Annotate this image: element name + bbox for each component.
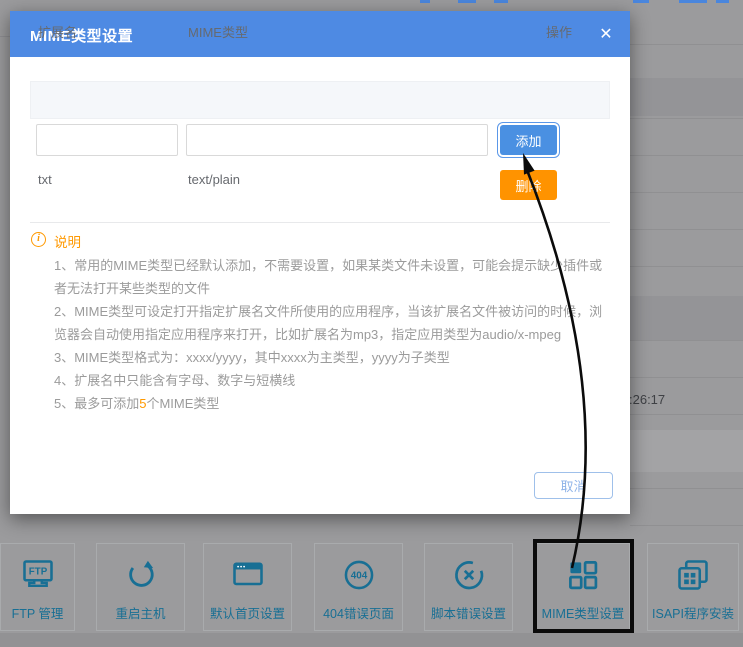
notice-line: 2、MIME类型可设定打开指定扩展名文件所使用的应用程序，当该扩展名文件被访问的… (54, 300, 606, 346)
bg-table-row-band (630, 296, 743, 340)
notice-line: 5、最多可添加5个MIME类型 (54, 392, 606, 415)
bg-peek-icon (633, 0, 649, 3)
dialog-header: MIME类型设置 ✕ (10, 11, 630, 57)
add-button[interactable]: 添加 (500, 125, 557, 155)
404-icon-glyph: 404 (350, 570, 367, 581)
card-label: ISAPI程序安装 (652, 603, 734, 622)
card-label: 脚本错误设置 (431, 603, 506, 622)
card-404-error-page[interactable]: 404 404错误页面 (314, 543, 403, 631)
404-circle-icon: 404 (341, 557, 377, 593)
row-extension-value: txt (38, 172, 52, 187)
ftp-monitor-icon: FTP (20, 557, 56, 593)
bg-peek-icon (716, 0, 729, 3)
close-icon[interactable]: ✕ (594, 23, 618, 47)
notice-line-prefix: 5、最多可添加 (54, 396, 139, 411)
column-header-extension: 扩展名 (38, 22, 77, 41)
ftp-icon-glyph: FTP (28, 566, 47, 577)
bg-peek-icon (420, 0, 430, 3)
screen: :26:17 FTP FTP 管理 重启主机 默认首页设置 404 (0, 0, 743, 647)
delete-button[interactable]: 删除 (500, 170, 557, 200)
bg-table-row-band (630, 430, 743, 472)
card-isapi-install[interactable]: ISAPI程序安装 (647, 543, 739, 631)
row-mime-value: text/plain (188, 172, 240, 187)
script-error-icon (451, 557, 487, 593)
bg-timestamp-fragment: :26:17 (629, 392, 665, 407)
notice-line: 1、常用的MIME类型已经默认添加，不需要设置，如果某类文件未设置，可能会提示缺… (54, 254, 606, 300)
card-label: FTP 管理 (12, 603, 64, 622)
restart-icon (123, 557, 159, 593)
extension-input[interactable] (36, 124, 178, 156)
bg-peek-icon (458, 0, 476, 3)
table-header-row (30, 81, 610, 119)
card-ftp-management[interactable]: FTP FTP 管理 (0, 543, 75, 631)
card-label: 404错误页面 (323, 603, 394, 622)
notice-title: 说明 (54, 231, 81, 251)
mime-type-input[interactable] (186, 124, 488, 156)
card-script-error-settings[interactable]: 脚本错误设置 (424, 543, 513, 631)
bg-row-line (0, 36, 10, 37)
card-default-homepage[interactable]: 默认首页设置 (203, 543, 292, 631)
notice-line: 3、MIME类型格式为：xxxx/yyyy，其中xxxx为主类型，yyyy为子类… (54, 346, 606, 369)
browser-window-icon (230, 557, 266, 593)
cancel-button[interactable]: 取消 (534, 472, 613, 499)
bg-table-row-band (630, 78, 743, 116)
column-header-operation: 操作 (546, 22, 572, 41)
mime-settings-dialog: MIME类型设置 ✕ 扩展名 MIME类型 操作 添加 txt text/pla… (10, 11, 630, 514)
divider (30, 222, 610, 223)
bg-peek-icon (494, 0, 508, 3)
bg-peek-icon (679, 0, 707, 3)
card-restart-host[interactable]: 重启主机 (96, 543, 185, 631)
isapi-install-icon (675, 557, 711, 593)
notice-line-suffix: 个MIME类型 (146, 396, 219, 411)
annotation-highlight-box (533, 539, 634, 633)
card-label: 重启主机 (115, 603, 165, 622)
notice-body: 1、常用的MIME类型已经默认添加，不需要设置，如果某类文件未设置，可能会提示缺… (54, 254, 606, 415)
bg-bottom-strip (0, 633, 743, 647)
notice-line: 4、扩展名中只能含有字母、数字与短横线 (54, 369, 606, 392)
column-header-mime-type: MIME类型 (188, 22, 248, 41)
card-label: 默认首页设置 (210, 603, 285, 622)
info-icon: i (31, 232, 46, 247)
